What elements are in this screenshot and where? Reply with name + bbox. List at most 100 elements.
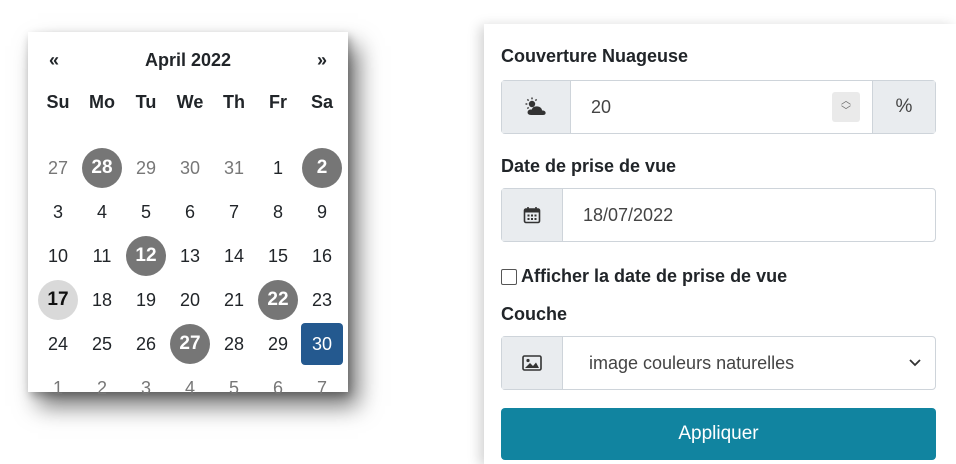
month-title[interactable]: April 2022: [72, 50, 304, 71]
calendar-day[interactable]: 8: [256, 190, 300, 234]
calendar-day-label: 11: [92, 245, 112, 266]
chevron-down-icon[interactable]: [895, 337, 935, 389]
calendar-day[interactable]: 18: [80, 278, 124, 322]
calendar-day-label: 25: [91, 333, 113, 354]
prev-month-button[interactable]: «: [36, 50, 72, 71]
calendar-day[interactable]: 1: [256, 146, 300, 190]
calendar-day[interactable]: 4: [168, 366, 212, 410]
show-date-label[interactable]: Afficher la date de prise de vue: [521, 266, 787, 287]
calendar-day-label: 20: [179, 289, 201, 310]
calendar-day[interactable]: 14: [212, 234, 256, 278]
calendar-day[interactable]: 23: [300, 278, 344, 322]
calendar-day-label: 26: [135, 333, 157, 354]
weekday-label: Su: [46, 91, 70, 112]
capture-date-label: Date de prise de vue: [501, 156, 677, 176]
calendar-day[interactable]: 2: [80, 366, 124, 410]
calendar-day-label: 28: [91, 157, 113, 178]
calendar-day[interactable]: 7: [212, 190, 256, 234]
calendar-day[interactable]: 30: [168, 146, 212, 190]
cloud-sun-icon: [502, 81, 571, 133]
calendar-day[interactable]: 28: [212, 322, 256, 366]
calendar-day-label: 3: [140, 377, 151, 398]
calendar-day[interactable]: 9: [300, 190, 344, 234]
calendar-day[interactable]: 6: [256, 366, 300, 410]
calendar-day[interactable]: 27: [168, 322, 212, 366]
calendar-day-label: 1: [52, 377, 63, 398]
calendar-day-label: 28: [223, 333, 245, 354]
cloud-cover-input[interactable]: 20: [571, 81, 820, 133]
calendar-day[interactable]: 19: [124, 278, 168, 322]
calendar-day[interactable]: 24: [36, 322, 80, 366]
calendar-day[interactable]: 27: [36, 146, 80, 190]
calendar-day-label: 6: [272, 377, 283, 398]
calendar-day[interactable]: 30: [300, 322, 344, 366]
calendar-day-label: 27: [47, 157, 69, 178]
percent-addon: %: [872, 81, 935, 133]
calendar-day[interactable]: 6: [168, 190, 212, 234]
calendar-day[interactable]: 5: [124, 190, 168, 234]
calendar-day[interactable]: 3: [124, 366, 168, 410]
calendar-day-label: 29: [267, 333, 289, 354]
weekday-label: Fr: [269, 91, 287, 112]
calendar-day[interactable]: 15: [256, 234, 300, 278]
calendar-day-label: 2: [316, 157, 328, 178]
calendar-day-label: 7: [228, 201, 239, 222]
calendar-day[interactable]: 17: [36, 278, 80, 322]
calendar-day[interactable]: 4: [80, 190, 124, 234]
calendar-day[interactable]: 3: [36, 190, 80, 234]
calendar-day[interactable]: 1: [36, 366, 80, 410]
calendar-day-label: 16: [311, 245, 333, 266]
calendar-day[interactable]: 22: [256, 278, 300, 322]
calendar-day-label: 18: [91, 289, 113, 310]
calendar-day[interactable]: 29: [256, 322, 300, 366]
calendar-header: « April 2022 »: [36, 42, 340, 78]
weekday-label: We: [176, 91, 204, 112]
capture-date-input-group: 18/07/2022: [501, 188, 936, 242]
calendar-day-label: 10: [47, 245, 69, 266]
layer-select-group[interactable]: image couleurs naturelles: [501, 336, 936, 390]
calendar-day-label: 7: [316, 377, 327, 398]
calendar-day[interactable]: 5: [212, 366, 256, 410]
next-month-button[interactable]: »: [304, 50, 340, 71]
calendar-day[interactable]: 31: [212, 146, 256, 190]
cloud-cover-label: Couverture Nuageuse: [501, 46, 689, 66]
weekday-label: Th: [223, 91, 245, 112]
calendar-day-label: 23: [311, 289, 333, 310]
capture-date-input[interactable]: 18/07/2022: [563, 189, 935, 241]
layer-select[interactable]: image couleurs naturelles: [563, 337, 895, 389]
calendar-day-label: 30: [179, 157, 201, 178]
weekday-label: Mo: [89, 91, 115, 112]
calendar-day[interactable]: 11: [80, 234, 124, 278]
calendar-grid: Su Mo Tu We Th Fr Sa 27 28 29 30 31 1 2 3 4 5 6 7 8 9…: [36, 92, 344, 410]
calendar-day-label: 3: [52, 201, 63, 222]
apply-button[interactable]: Appliquer: [501, 408, 936, 460]
calendar-day-label: 4: [96, 201, 107, 222]
calendar-day[interactable]: 12: [124, 234, 168, 278]
calendar-day-label: 22: [267, 289, 289, 310]
calendar-day[interactable]: 21: [212, 278, 256, 322]
calendar-day-label: 19: [135, 289, 157, 310]
calendar-day[interactable]: 29: [124, 146, 168, 190]
calendar-day[interactable]: 28: [80, 146, 124, 190]
show-date-checkbox-row[interactable]: Afficher la date de prise de vue: [501, 266, 787, 287]
chevron-down-icon[interactable]: ﹀: [841, 107, 851, 117]
calendar-day[interactable]: 26: [124, 322, 168, 366]
calendar-day[interactable]: 2: [300, 146, 344, 190]
calendar-icon: [502, 189, 563, 241]
calendar-day-label: 14: [223, 245, 245, 266]
image-icon: [502, 337, 563, 389]
calendar-day-label: 12: [135, 245, 157, 266]
calendar-day-label: 27: [179, 333, 201, 354]
layer-label: Couche: [501, 304, 568, 324]
calendar-day[interactable]: 13: [168, 234, 212, 278]
calendar-day-label: 5: [140, 201, 151, 222]
calendar-day-label: 13: [179, 245, 201, 266]
calendar-day[interactable]: 7: [300, 366, 344, 410]
number-spinner[interactable]: ︿ ﹀: [832, 92, 860, 122]
calendar-day[interactable]: 16: [300, 234, 344, 278]
filter-panel: Couverture Nuageuse 20 ︿ ﹀ % Date de pri…: [484, 24, 956, 464]
calendar-day[interactable]: 10: [36, 234, 80, 278]
calendar-day[interactable]: 20: [168, 278, 212, 322]
show-date-checkbox[interactable]: [501, 268, 517, 285]
calendar-day[interactable]: 25: [80, 322, 124, 366]
